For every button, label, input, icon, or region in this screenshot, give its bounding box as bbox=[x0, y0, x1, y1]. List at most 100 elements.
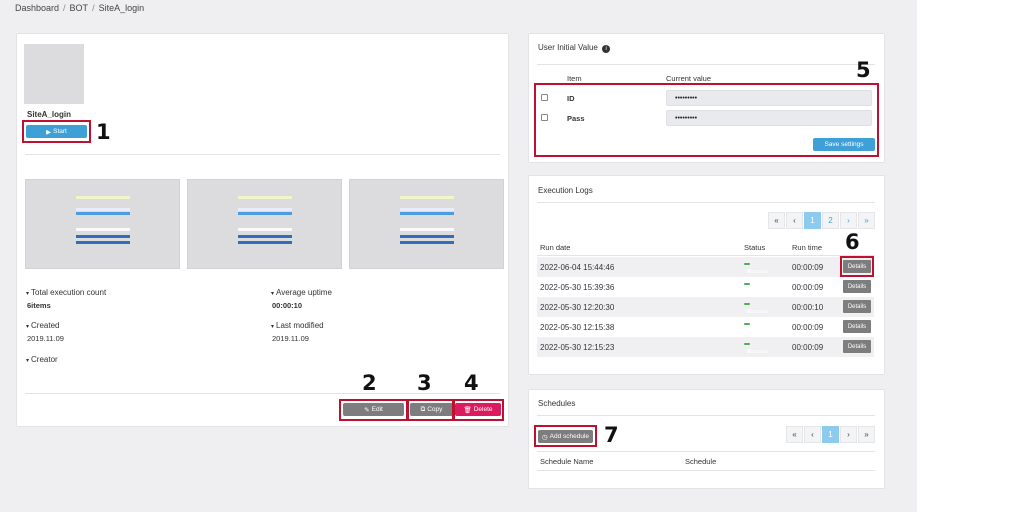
col-schedule-name-header: Schedule Name bbox=[540, 457, 594, 466]
divider bbox=[537, 64, 875, 65]
page-1-button[interactable]: 1 bbox=[822, 426, 839, 443]
add-schedule-button[interactable]: ◷ Add schedule bbox=[538, 430, 593, 443]
id-value-field[interactable]: ••••••••• bbox=[666, 90, 872, 106]
log-run-time: 00:00:09 bbox=[792, 343, 824, 352]
annotation-6: 6 bbox=[845, 230, 860, 254]
log-run-time: 00:00:09 bbox=[792, 263, 824, 272]
col-run-date-header: Run date bbox=[540, 243, 571, 252]
status-badge: ✔ Success bbox=[744, 263, 768, 275]
col-status-header: Status bbox=[744, 243, 766, 252]
page-2-button[interactable]: 2 bbox=[822, 212, 839, 229]
initial-value-title: User Initial Value i bbox=[538, 43, 611, 53]
annotation-5: 5 bbox=[856, 58, 871, 82]
status-badge: ✔ Success bbox=[744, 283, 768, 295]
start-button[interactable]: ▶ Start bbox=[26, 125, 87, 138]
log-row: 2022-05-30 12:15:38 ✔ Success 00:00:09 De… bbox=[537, 317, 874, 337]
caret-down-icon: ▾ bbox=[26, 291, 30, 297]
clock-icon: ◷ bbox=[541, 433, 548, 441]
log-run-date: 2022-05-30 12:15:38 bbox=[540, 323, 615, 332]
execution-logs-title: Execution Logs bbox=[538, 186, 593, 195]
log-run-time: 00:00:10 bbox=[792, 303, 824, 312]
details-button[interactable]: Details bbox=[843, 280, 871, 293]
breadcrumb-separator: / bbox=[63, 3, 66, 13]
details-button[interactable]: Details bbox=[843, 260, 871, 273]
log-row: 2022-05-30 12:20:30 ✔ Success 00:00:10 De… bbox=[537, 297, 874, 317]
bot-screenshot-1 bbox=[25, 179, 180, 269]
page-first-button[interactable]: « bbox=[768, 212, 785, 229]
total-execution-value: 6items bbox=[27, 301, 51, 310]
schedules-title: Schedules bbox=[538, 399, 576, 408]
breadcrumb-current: SiteA_login bbox=[98, 3, 145, 13]
log-row: 2022-05-30 15:39:36 ✔ Success 00:00:09 De… bbox=[537, 277, 874, 297]
page-first-button[interactable]: « bbox=[786, 426, 803, 443]
pass-value-field[interactable]: ••••••••• bbox=[666, 110, 872, 126]
page-1-button[interactable]: 1 bbox=[804, 212, 821, 229]
bot-screenshot-3 bbox=[349, 179, 504, 269]
breadcrumb-dashboard[interactable]: Dashboard bbox=[15, 3, 59, 13]
row-checkbox-id[interactable] bbox=[541, 94, 548, 101]
caret-down-icon: ▾ bbox=[26, 324, 30, 330]
created-label[interactable]: ▾ Created bbox=[26, 321, 59, 330]
caret-down-icon: ▾ bbox=[271, 324, 275, 330]
col-current-value-header: Current value bbox=[666, 74, 712, 83]
app-background: Dashboard / BOT / SiteA_login SiteA_logi… bbox=[0, 0, 917, 512]
last-modified-value: 2019.11.09 bbox=[272, 334, 309, 343]
annotation-4: 4 bbox=[464, 371, 479, 395]
details-button[interactable]: Details bbox=[843, 320, 871, 333]
details-button[interactable]: Details bbox=[843, 340, 871, 353]
caret-down-icon: ▾ bbox=[26, 358, 30, 364]
bot-thumbnail bbox=[24, 44, 84, 104]
item-pass: Pass bbox=[567, 114, 585, 123]
page-prev-button[interactable]: ‹ bbox=[786, 212, 803, 229]
annotation-3: 3 bbox=[417, 371, 432, 395]
save-settings-button[interactable]: Save settings bbox=[813, 138, 875, 151]
schedules-pagination: « ‹ 1 › » bbox=[786, 426, 875, 443]
status-badge: ✔ Success bbox=[744, 303, 768, 315]
log-run-date: 2022-06-04 15:44:46 bbox=[540, 263, 615, 272]
divider bbox=[537, 451, 875, 452]
edit-button[interactable]: ✎ Edit bbox=[343, 403, 404, 416]
play-icon: ▶ bbox=[46, 128, 52, 136]
average-uptime-label[interactable]: ▾ Average uptime bbox=[271, 288, 332, 297]
row-checkbox-pass[interactable] bbox=[541, 114, 548, 121]
page-prev-button[interactable]: ‹ bbox=[804, 426, 821, 443]
log-run-date: 2022-05-30 12:20:30 bbox=[540, 303, 615, 312]
log-run-time: 00:00:09 bbox=[792, 283, 824, 292]
annotation-1: 1 bbox=[96, 120, 111, 144]
annotation-2: 2 bbox=[362, 371, 377, 395]
info-icon[interactable]: i bbox=[602, 45, 611, 53]
divider bbox=[537, 202, 875, 203]
average-uptime-value: 00:00:10 bbox=[272, 301, 303, 310]
total-execution-label[interactable]: ▾ Total execution count bbox=[26, 288, 106, 297]
start-button-label: Start bbox=[53, 128, 67, 135]
details-button[interactable]: Details bbox=[843, 300, 871, 313]
divider bbox=[25, 154, 500, 155]
status-badge: ✔ Success bbox=[744, 323, 768, 335]
col-run-time-header: Run time bbox=[792, 243, 823, 252]
logs-pagination: « ‹ 1 2 › » bbox=[768, 212, 875, 229]
edit-icon: ✎ bbox=[364, 406, 370, 414]
log-run-time: 00:00:09 bbox=[792, 323, 824, 332]
last-modified-label[interactable]: ▾ Last modified bbox=[271, 321, 324, 330]
copy-button[interactable]: ⧉ Copy bbox=[410, 403, 453, 416]
trash-icon: 🗑 bbox=[463, 406, 472, 414]
log-run-date: 2022-05-30 15:39:36 bbox=[540, 283, 615, 292]
created-value: 2019.11.09 bbox=[27, 334, 64, 343]
col-item-header: Item bbox=[567, 74, 582, 83]
divider bbox=[537, 415, 875, 416]
divider bbox=[537, 470, 875, 471]
creator-label[interactable]: ▾ Creator bbox=[26, 355, 58, 364]
page-last-button[interactable]: » bbox=[858, 212, 875, 229]
breadcrumb-bot[interactable]: BOT bbox=[70, 3, 89, 13]
breadcrumb-separator: / bbox=[92, 3, 95, 13]
item-id: ID bbox=[567, 94, 575, 103]
page-last-button[interactable]: » bbox=[858, 426, 875, 443]
page-next-button[interactable]: › bbox=[840, 426, 857, 443]
col-schedule-header: Schedule bbox=[685, 457, 717, 466]
annotation-7: 7 bbox=[604, 423, 619, 447]
caret-down-icon: ▾ bbox=[271, 291, 275, 297]
breadcrumb: Dashboard / BOT / SiteA_login bbox=[15, 3, 144, 13]
page-next-button[interactable]: › bbox=[840, 212, 857, 229]
delete-button[interactable]: 🗑 Delete bbox=[455, 403, 501, 416]
log-row: 2022-06-04 15:44:46 ✔ Success 00:00:09 De… bbox=[537, 257, 874, 277]
